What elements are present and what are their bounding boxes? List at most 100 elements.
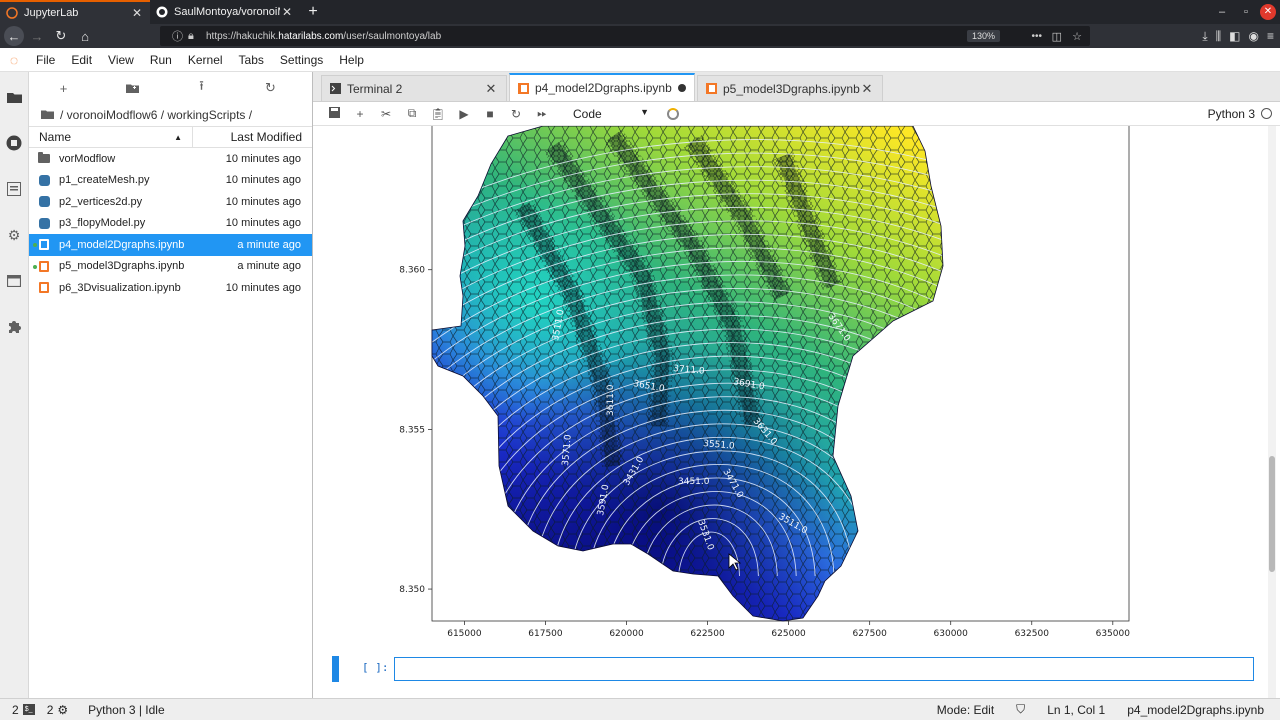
command-palette-icon[interactable]: [5, 180, 23, 198]
refresh-icon[interactable]: ↻: [236, 80, 305, 96]
terminal-count[interactable]: 2 $_: [12, 703, 35, 717]
chevron-down-icon: ▼: [640, 106, 649, 117]
shield-icon[interactable]: ⛉: [1016, 702, 1025, 717]
window-close-icon[interactable]: ✕: [1260, 4, 1276, 20]
file-name: p1_createMesh.py: [59, 174, 150, 187]
cell-input[interactable]: [394, 657, 1254, 681]
forward-arrow-icon[interactable]: →: [26, 25, 48, 47]
account-icon[interactable]: ◉: [1249, 29, 1259, 43]
file-icon-slot: [29, 196, 59, 208]
current-file: p4_model2Dgraphs.ipynb: [1127, 702, 1264, 717]
sidebar-icon[interactable]: ◧: [1229, 29, 1240, 43]
column-name-header[interactable]: Name ▲: [29, 127, 193, 147]
file-row[interactable]: p5_model3Dgraphs.ipynb a minute ago: [29, 256, 312, 278]
scrollbar-thumb[interactable]: [1269, 456, 1275, 572]
code-cell[interactable]: [ ]:: [332, 656, 1254, 682]
file-name: p2_vertices2d.py: [59, 195, 143, 208]
gear-icon[interactable]: ⚙: [5, 226, 23, 244]
restart-icon[interactable]: ↻: [503, 107, 529, 121]
stop-icon[interactable]: ■: [477, 107, 503, 121]
upload-icon[interactable]: ⭱: [167, 77, 236, 99]
close-icon[interactable]: ✕: [484, 81, 498, 97]
maximize-icon[interactable]: ▫: [1236, 6, 1256, 18]
status-bar-right: Mode: Edit ⛉ Ln 1, Col 1 p4_model2Dgraph…: [937, 702, 1264, 717]
menu-icon[interactable]: ≡: [1267, 29, 1274, 43]
menu-file[interactable]: File: [28, 53, 63, 67]
file-row[interactable]: p4_model2Dgraphs.ipynb a minute ago: [29, 234, 312, 256]
notebook-icon: [518, 82, 529, 94]
zoom-level[interactable]: 130%: [966, 30, 1000, 42]
save-icon[interactable]: [321, 106, 347, 121]
browser-tab-github[interactable]: SaulMontoya/voronoiMc ✕: [150, 0, 300, 24]
paste-icon[interactable]: 📋︎: [425, 107, 451, 121]
file-name: p3_flopyModel.py: [59, 217, 146, 230]
x-tick-label: 620000: [609, 629, 644, 639]
y-tick-label: 8.350: [399, 585, 425, 595]
tab-p4-model2dgraphs[interactable]: p4_model2Dgraphs.ipynb: [509, 73, 695, 101]
column-modified-header[interactable]: Last Modified: [193, 130, 312, 144]
menu-tabs[interactable]: Tabs: [231, 53, 272, 67]
bookmark-star-icon[interactable]: ☆: [1072, 30, 1082, 43]
folder-icon[interactable]: [5, 88, 23, 106]
file-list-header: Name ▲ Last Modified: [29, 126, 312, 148]
file-icon-slot: [29, 217, 59, 229]
file-row[interactable]: vorModflow 10 minutes ago: [29, 148, 312, 170]
cursor-position[interactable]: Ln 1, Col 1: [1047, 703, 1105, 717]
menu-help[interactable]: Help: [331, 53, 372, 67]
notebook-icon: [39, 260, 49, 272]
close-icon[interactable]: ✕: [860, 81, 874, 97]
menu-view[interactable]: View: [100, 53, 142, 67]
new-launcher-icon[interactable]: +: [29, 81, 98, 96]
back-arrow-icon[interactable]: ←: [4, 26, 24, 46]
file-browser: + ⭱ ↻ / voronoiModflow6 / workingScripts…: [29, 72, 313, 698]
page-actions-icon[interactable]: •••: [1031, 31, 1042, 42]
menu-run[interactable]: Run: [142, 53, 180, 67]
file-row[interactable]: p2_vertices2d.py 10 minutes ago: [29, 191, 312, 213]
kernel-indicator[interactable]: Python 3: [1208, 107, 1272, 121]
menu-kernel[interactable]: Kernel: [180, 53, 231, 67]
run-icon[interactable]: ▶: [451, 107, 477, 121]
folder-icon[interactable]: [41, 109, 54, 122]
unsaved-dot-icon[interactable]: [678, 84, 686, 92]
minimize-icon[interactable]: ‒: [1212, 6, 1232, 18]
file-row[interactable]: p3_flopyModel.py 10 minutes ago: [29, 213, 312, 235]
close-icon[interactable]: ✕: [130, 6, 144, 20]
kernel-count[interactable]: 2 ⚙: [47, 703, 68, 717]
close-icon[interactable]: ✕: [280, 5, 294, 19]
cut-icon[interactable]: ✂: [373, 107, 399, 121]
file-icon-slot: [29, 152, 59, 164]
browser-tab-jupyterlab[interactable]: JupyterLab ✕: [0, 0, 150, 24]
pocket-icon[interactable]: ◫: [1052, 30, 1062, 43]
new-tab-button[interactable]: +: [300, 0, 326, 24]
tabs-icon[interactable]: [5, 272, 23, 290]
cell-prompt: [ ]:: [362, 661, 389, 674]
menu-settings[interactable]: Settings: [272, 53, 331, 67]
running-sessions-icon[interactable]: [5, 134, 23, 152]
kernel-status[interactable]: Python 3 | Idle: [88, 703, 165, 717]
info-icon[interactable]: ⓘ: [172, 28, 183, 44]
extension-puzzle-icon[interactable]: [5, 318, 23, 336]
reload-icon[interactable]: ↻: [50, 25, 72, 47]
url-bar[interactable]: ⓘ 🔒︎ https://hakuchik.hatarilabs.com/use…: [160, 26, 1090, 46]
jupyter-favicon-icon: [6, 7, 18, 19]
tab-terminal-2[interactable]: Terminal 2 ✕: [321, 75, 507, 101]
home-icon[interactable]: ⌂: [74, 25, 96, 47]
menu-edit[interactable]: Edit: [63, 53, 100, 67]
insert-cell-icon[interactable]: +: [347, 107, 373, 121]
notebook-scrollbar[interactable]: [1268, 126, 1276, 698]
new-folder-icon[interactable]: [98, 81, 167, 96]
file-row[interactable]: p1_createMesh.py 10 minutes ago: [29, 170, 312, 192]
cell-type-select[interactable]: Code ▼: [573, 107, 649, 121]
breadcrumb-path[interactable]: / voronoiModflow6 / workingScripts /: [60, 108, 252, 122]
file-modified: 10 minutes ago: [225, 174, 301, 187]
library-icon[interactable]: ⫼: [1216, 29, 1222, 44]
x-tick-label: 617500: [528, 629, 563, 639]
download-icon[interactable]: ⤓: [1202, 29, 1207, 44]
file-row[interactable]: p6_3Dvisualization.ipynb 10 minutes ago: [29, 277, 312, 299]
copy-icon[interactable]: ⧉: [399, 106, 425, 121]
tab-p5-model3dgraphs[interactable]: p5_model3Dgraphs.ipynb ✕: [697, 75, 883, 101]
browser-tab-strip: JupyterLab ✕ SaulMontoya/voronoiMc ✕ + ‒…: [0, 0, 1280, 24]
x-tick-label: 625000: [771, 629, 806, 639]
browser-tab-title: SaulMontoya/voronoiMc: [174, 6, 280, 18]
fast-forward-icon[interactable]: ⏩︎: [529, 106, 555, 121]
